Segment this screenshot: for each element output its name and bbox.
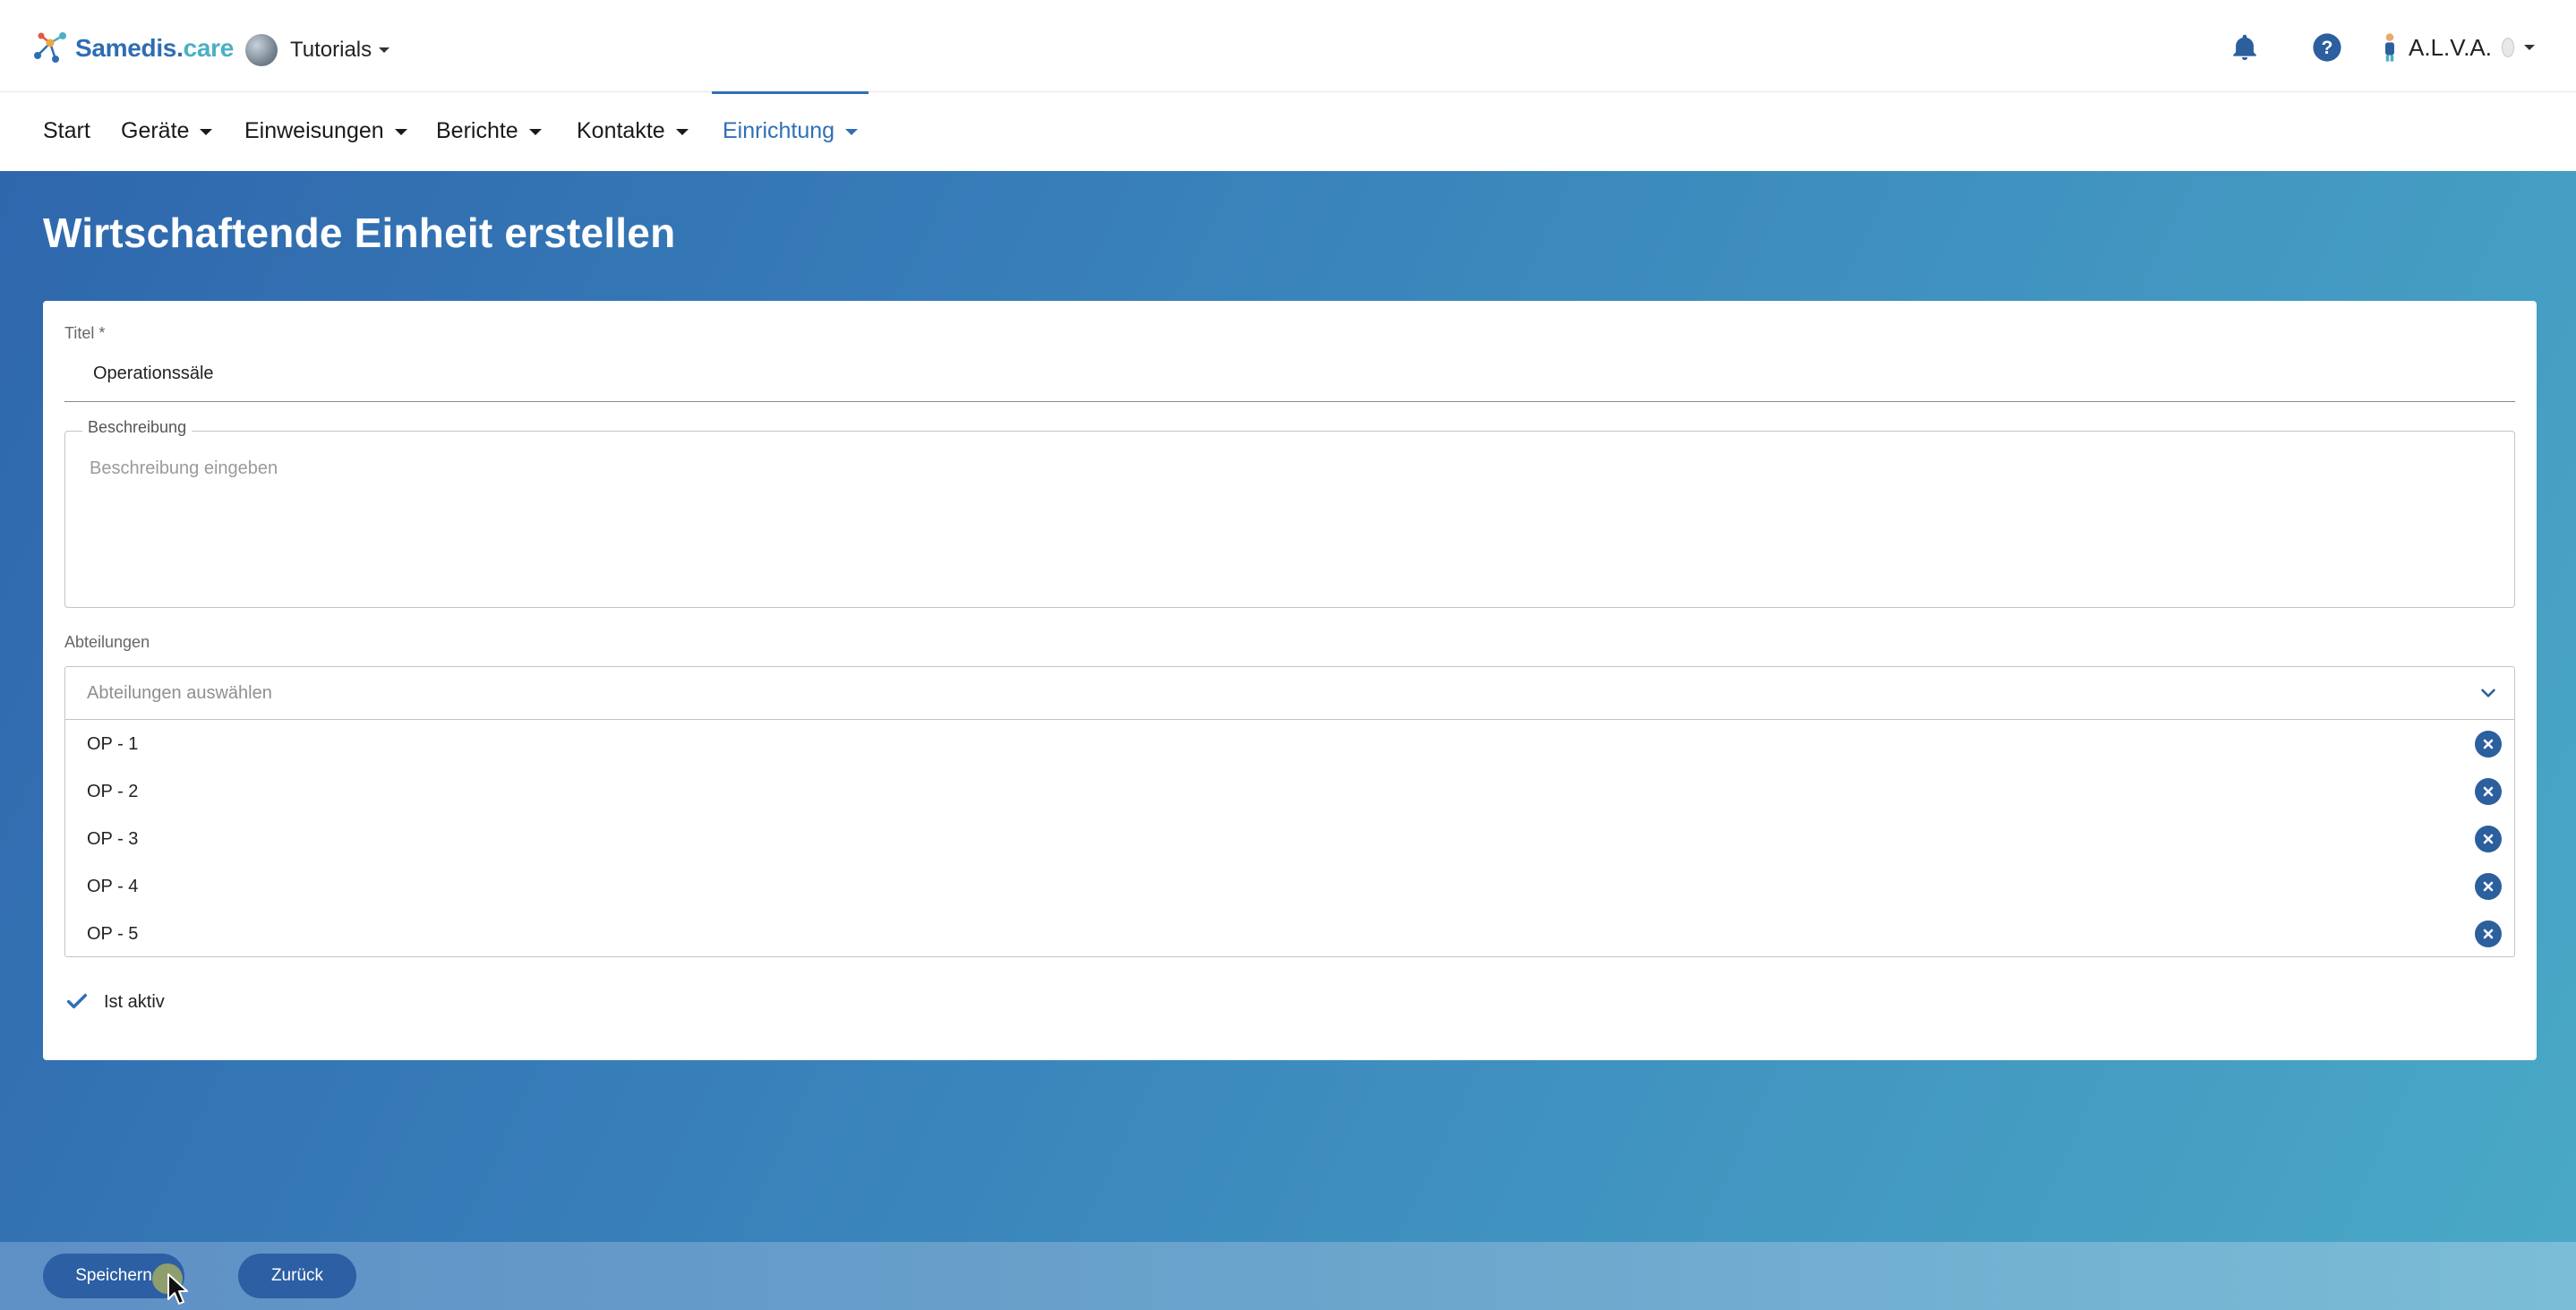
department-name: OP - 4 (87, 877, 139, 896)
chevron-down-icon (845, 128, 859, 135)
nav-start[interactable]: Start (43, 118, 90, 144)
remove-department-button[interactable] (2475, 826, 2502, 852)
close-icon (2483, 929, 2494, 939)
nav-kontakte[interactable]: Kontakte (577, 118, 689, 144)
nav-einweisungen[interactable]: Einweisungen (244, 118, 407, 144)
nav-geraete[interactable]: Geräte (121, 118, 213, 144)
chevron-down-icon (200, 128, 213, 135)
chevron-down-icon (2481, 689, 2495, 698)
department-name: OP - 5 (87, 924, 139, 944)
title-underline (64, 401, 2515, 402)
notifications-bell-icon[interactable] (2229, 32, 2260, 67)
chevron-down-icon (675, 128, 689, 135)
user-avatar-icon (2385, 33, 2394, 62)
nav-active-indicator (712, 91, 869, 94)
remove-department-button[interactable] (2475, 920, 2502, 947)
nav-einrichtung[interactable]: Einrichtung (723, 118, 859, 144)
nav-berichte[interactable]: Berichte (436, 118, 542, 144)
departments-placeholder: Abteilungen auswählen (87, 683, 272, 703)
description-placeholder: Beschreibung eingeben (90, 458, 278, 478)
close-icon (2483, 881, 2494, 892)
departments-select[interactable]: Abteilungen auswählen (65, 667, 2514, 720)
tenant-label: Tutorials (290, 38, 372, 62)
tenant-selector[interactable]: Tutorials (245, 34, 390, 66)
departments-label: Abteilungen (64, 633, 150, 651)
department-name: OP - 2 (87, 782, 139, 801)
top-header: Samedis.care Tutorials ? A.L.V.A. (0, 0, 2576, 92)
department-name: OP - 1 (87, 734, 139, 754)
description-label: Beschreibung (82, 418, 193, 437)
list-item: OP - 3 (65, 816, 2514, 863)
mouse-cursor-icon (167, 1273, 188, 1305)
user-name: A.L.V.A. (2409, 33, 2492, 61)
help-icon[interactable]: ? (2312, 32, 2342, 67)
remove-department-button[interactable] (2475, 731, 2502, 758)
title-input[interactable]: Operationssäle (93, 364, 214, 384)
main-content: Wirtschaftende Einheit erstellen Titel *… (0, 171, 2576, 1310)
active-checkbox[interactable] (64, 989, 90, 1014)
list-item: OP - 1 (65, 721, 2514, 768)
form-card: Titel * Operationssäle Beschreibung Besc… (43, 301, 2537, 1060)
tenant-caret-icon (379, 47, 390, 53)
department-name: OP - 3 (87, 829, 139, 849)
svg-text:?: ? (2322, 37, 2333, 58)
list-item: OP - 4 (65, 863, 2514, 911)
list-item: OP - 5 (65, 911, 2514, 958)
logo-icon (34, 32, 66, 63)
action-footer: Speichern Zurück (0, 1242, 2576, 1310)
remove-department-button[interactable] (2475, 873, 2502, 900)
page-title: Wirtschaftende Einheit erstellen (43, 210, 676, 256)
close-icon (2483, 739, 2494, 749)
list-item: OP - 2 (65, 768, 2514, 816)
title-label: Titel * (64, 324, 106, 342)
main-nav: Start Geräte Einweisungen Berichte Konta… (0, 93, 2576, 171)
samedis-logo[interactable]: Samedis.care (32, 29, 234, 68)
logo-text: Samedis.care (75, 34, 234, 62)
user-menu[interactable]: A.L.V.A. (2382, 32, 2535, 63)
close-icon (2483, 786, 2494, 797)
tenant-globe-icon (245, 34, 278, 66)
back-button[interactable]: Zurück (238, 1254, 356, 1298)
user-caret-icon (2524, 45, 2535, 50)
chevron-down-icon (528, 128, 542, 135)
user-status-icon (2501, 37, 2515, 58)
departments-box: Abteilungen auswählen OP - 1 OP - 2 OP -… (64, 666, 2515, 957)
chevron-down-icon (394, 128, 407, 135)
description-textarea[interactable] (64, 431, 2515, 608)
close-icon (2483, 834, 2494, 844)
active-checkbox-label: Ist aktiv (104, 992, 165, 1012)
remove-department-button[interactable] (2475, 778, 2502, 805)
